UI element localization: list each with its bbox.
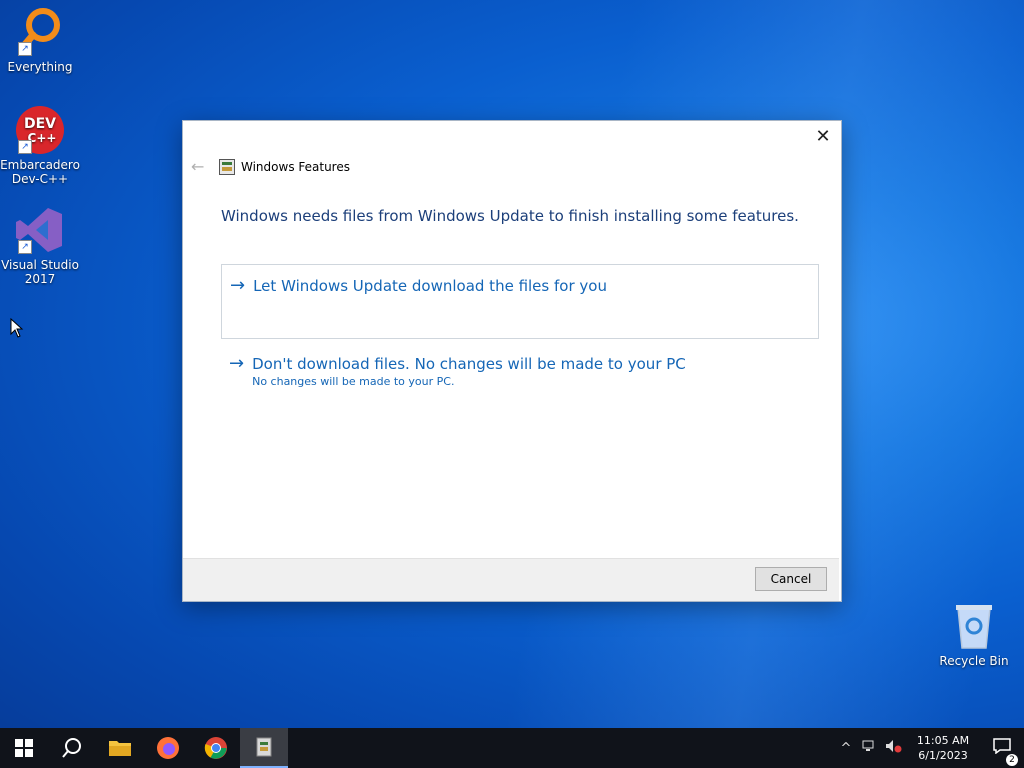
shortcut-arrow-icon: ↗: [18, 42, 32, 56]
recycle-bin-icon: [948, 600, 1000, 652]
close-button[interactable]: ✕: [813, 127, 833, 147]
clock-time: 11:05 AM: [916, 734, 970, 747]
option-sublabel: No changes will be made to your PC.: [252, 375, 455, 388]
taskbar-clock[interactable]: 11:05 AM 6/1/2023: [906, 733, 980, 763]
taskbar-file-explorer[interactable]: [96, 728, 144, 768]
chrome-icon: [204, 737, 227, 759]
desktop-icon-everything[interactable]: ↗ Everything: [0, 6, 80, 74]
close-icon: ✕: [815, 126, 831, 147]
taskbar-windows-features[interactable]: [240, 728, 288, 768]
dialog-footer: Cancel: [183, 558, 839, 601]
option-download-files[interactable]: → Let Windows Update download the files …: [221, 264, 819, 339]
desktop-icon-label: Visual Studio 2017: [1, 258, 79, 286]
desktop-icon-recycle-bin[interactable]: Recycle Bin: [934, 600, 1014, 668]
volume-muted-icon[interactable]: [882, 739, 906, 757]
everything-icon: ↗: [14, 6, 66, 58]
network-icon[interactable]: [858, 739, 882, 757]
folder-icon: [109, 741, 131, 756]
mouse-cursor-icon: [10, 317, 24, 342]
clock-date: 6/1/2023: [918, 749, 968, 762]
devcpp-icon: DEV C++ ↗: [14, 104, 66, 156]
shortcut-arrow-icon: ↗: [18, 240, 32, 254]
svg-text:DEV: DEV: [24, 116, 56, 132]
back-button[interactable]: ←: [191, 157, 204, 176]
desktop-icon-devcpp[interactable]: DEV C++ ↗ Embarcadero Dev-C++: [0, 104, 80, 186]
option-label: Let Windows Update download the files fo…: [253, 277, 607, 295]
windows-features-icon: [219, 159, 235, 175]
notification-icon: [993, 738, 1011, 755]
desktop-icon-visual-studio[interactable]: ↗ Visual Studio 2017: [0, 204, 80, 286]
option-dont-download[interactable]: → Don't download files. No changes will …: [221, 343, 819, 399]
taskbar-firefox[interactable]: [144, 728, 192, 768]
windows-features-dialog: ✕ ← Windows Features Windows needs files…: [182, 120, 842, 602]
dialog-title-row: Windows Features: [219, 159, 350, 175]
firefox-icon: [157, 737, 179, 759]
windows-logo-icon: [15, 739, 33, 757]
taskbar: ^ 11:05 AM 6/1/2023 2: [0, 728, 1024, 768]
desktop-icon-label: Recycle Bin: [939, 654, 1009, 668]
visual-studio-icon: ↗: [14, 204, 66, 256]
search-icon: [62, 738, 81, 758]
notification-count-badge: 2: [1006, 754, 1018, 766]
main-instruction: Windows needs files from Windows Update …: [221, 207, 799, 225]
cancel-button[interactable]: Cancel: [755, 567, 827, 591]
tray-chevron-up-icon[interactable]: ^: [834, 741, 858, 756]
shortcut-arrow-icon: ↗: [18, 140, 32, 154]
desktop-icon-label: Everything: [7, 60, 73, 74]
start-button[interactable]: [0, 728, 48, 768]
system-tray: ^ 11:05 AM 6/1/2023 2: [834, 728, 1024, 768]
search-button[interactable]: [48, 728, 96, 768]
dialog-title: Windows Features: [241, 160, 350, 174]
taskbar-chrome[interactable]: [192, 728, 240, 768]
windows-features-taskbar-icon: [256, 737, 272, 757]
option-label: Don't download files. No changes will be…: [252, 355, 686, 373]
arrow-right-icon: →: [230, 275, 246, 296]
arrow-right-icon: →: [229, 353, 245, 374]
desktop-icon-label: Embarcadero Dev-C++: [0, 158, 80, 186]
back-arrow-icon: ←: [191, 157, 205, 176]
action-center-button[interactable]: 2: [980, 738, 1024, 766]
